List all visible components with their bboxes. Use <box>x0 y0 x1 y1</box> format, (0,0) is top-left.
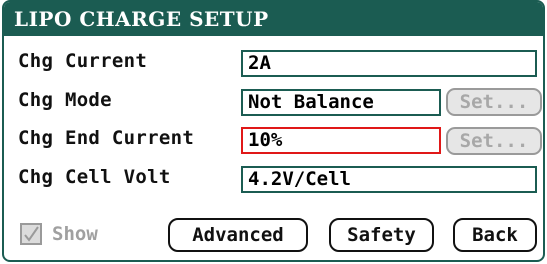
chg-cell-volt-label: Chg Cell Volt <box>18 166 171 188</box>
chg-cell-volt-field[interactable]: 4.2V/Cell <box>241 166 537 193</box>
chg-end-current-label: Chg End Current <box>18 127 195 149</box>
checkbox-box <box>20 223 42 245</box>
chg-current-label: Chg Current <box>18 50 148 72</box>
chg-mode-label: Chg Mode <box>18 89 112 111</box>
chg-mode-set-button[interactable]: Set... <box>446 88 542 116</box>
chg-mode-field[interactable]: Not Balance <box>241 89 441 116</box>
safety-button[interactable]: Safety <box>329 218 434 252</box>
chg-current-field[interactable]: 2A <box>241 50 537 77</box>
lipo-charge-setup-window: LIPO CHARGE SETUP Chg Current 2A Chg Mod… <box>2 0 545 262</box>
window-title: LIPO CHARGE SETUP <box>4 2 543 36</box>
show-label: Show <box>52 223 98 245</box>
advanced-button[interactable]: Advanced <box>168 218 308 252</box>
charger-screen: LIPO CHARGE SETUP Chg Current 2A Chg Mod… <box>0 0 547 264</box>
chg-end-current-field[interactable]: 10% <box>241 127 441 154</box>
back-button[interactable]: Back <box>453 218 537 252</box>
checkmark-icon <box>24 226 39 242</box>
chg-end-current-set-button[interactable]: Set... <box>446 127 542 155</box>
